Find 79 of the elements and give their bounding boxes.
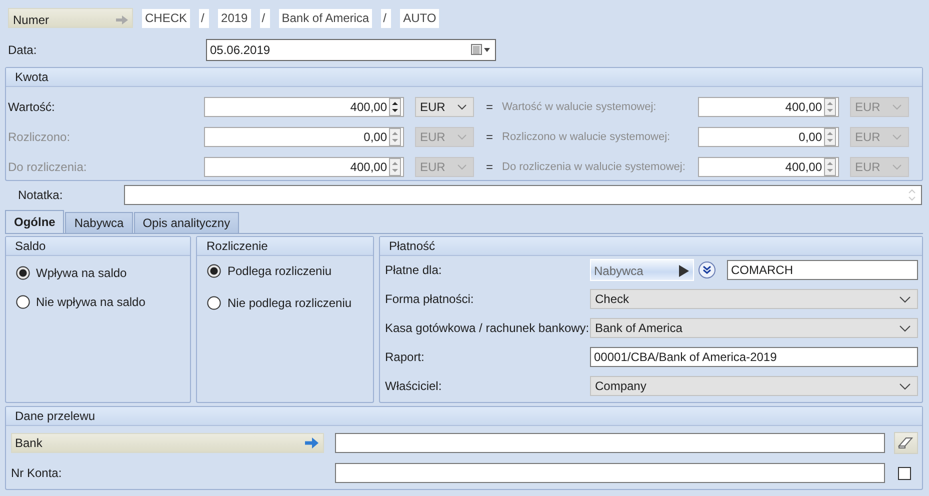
spinner-icon: [824, 98, 836, 116]
payment-label: Właściciel:: [385, 379, 443, 393]
separator: /: [199, 8, 210, 28]
group-title: Rozliczenie: [206, 239, 268, 253]
chevron-down-icon: [892, 134, 902, 140]
chevron-down-icon: [457, 104, 467, 110]
spinner-icon: [389, 128, 401, 146]
spinner-icon: [389, 158, 401, 176]
spinner-icon: [389, 98, 401, 116]
numer-button[interactable]: Numer: [8, 8, 133, 28]
separator: /: [381, 8, 392, 28]
number-segment-field[interactable]: CHECK: [142, 8, 190, 28]
number-segment-field[interactable]: AUTO: [400, 8, 440, 28]
eraser-button[interactable]: [894, 432, 918, 454]
arrow-icon: [305, 437, 319, 449]
chevron-down-icon: [899, 296, 911, 302]
radio-button[interactable]: [207, 296, 222, 310]
equals-sign: =: [484, 160, 494, 174]
chevron-down-icon: [899, 324, 911, 332]
group-title: Kwota: [15, 70, 48, 84]
system-amount-label: Wartość w walucie systemowej:: [502, 101, 658, 113]
radio-label: Nie wpływa na saldo: [36, 295, 146, 309]
payment-label: Raport:: [385, 350, 426, 364]
calendar-icon: [471, 44, 491, 56]
number-segment-field[interactable]: Bank of America: [278, 8, 372, 28]
note-field[interactable]: [124, 185, 922, 205]
amount-label: Rozliczono:: [8, 130, 72, 144]
tab[interactable]: Nabywca: [65, 212, 133, 233]
payee-field[interactable]: COMARCH: [727, 260, 918, 280]
chevron-down-icon: [892, 104, 902, 110]
eraser-icon: [898, 437, 914, 449]
payment-label: Forma płatności:: [385, 292, 475, 306]
group-title: Saldo: [15, 239, 46, 253]
amount-label: Do rozliczenia:: [8, 160, 88, 174]
system-amount-label: Do rozliczenia w walucie systemowej:: [502, 161, 686, 173]
currency-select[interactable]: EUR: [415, 97, 474, 117]
group-title: Dane przelewu: [15, 409, 96, 423]
bank-field[interactable]: [335, 433, 885, 453]
system-amount-field[interactable]: 400,00: [698, 97, 839, 117]
separator: /: [260, 8, 270, 28]
amount-field[interactable]: 400,00: [204, 97, 404, 117]
radio-label: Wpływa na saldo: [36, 266, 127, 280]
payment-select[interactable]: Company: [590, 376, 918, 396]
payment-select[interactable]: Check: [590, 289, 918, 309]
tab[interactable]: Opis analityczny: [134, 212, 240, 233]
chevron-down-icon: [892, 164, 902, 170]
payee-type-button[interactable]: Nabywca: [590, 259, 694, 281]
date-label: Data:: [7, 43, 38, 57]
radio-label: Podlega rozliczeniu: [227, 264, 332, 278]
play-icon: [679, 265, 689, 277]
date-field[interactable]: 05.06.2019: [206, 39, 496, 61]
account-field[interactable]: [335, 463, 885, 483]
system-amount-label: Rozliczono w walucie systemowej:: [502, 131, 672, 143]
scroll-arrows-icon: [908, 187, 916, 203]
equals-sign: =: [484, 130, 494, 144]
arrow-icon: [116, 14, 128, 24]
double-chevron-icon[interactable]: [697, 260, 717, 280]
payment-label: Płatne dla:: [385, 263, 443, 277]
payment-select[interactable]: Bank of America: [590, 318, 918, 338]
group-title: Płatność: [389, 239, 436, 253]
radio-button[interactable]: [16, 266, 30, 280]
account-label: Nr Konta:: [11, 466, 63, 480]
bank-button[interactable]: Bank: [11, 433, 324, 453]
chevron-down-icon: [457, 164, 467, 170]
radio-button[interactable]: [207, 264, 222, 278]
amount-label: Wartość:: [8, 100, 56, 114]
note-label: Notatka:: [17, 188, 64, 202]
payment-label: Kasa gotówkowa / rachunek bankowy:: [385, 321, 590, 335]
chevron-down-icon: [457, 134, 467, 140]
radio-label: Nie podlega rozliczeniu: [227, 296, 352, 310]
spinner-icon: [824, 158, 836, 176]
number-segment-field[interactable]: 2019: [218, 8, 251, 28]
chevron-down-icon: [899, 382, 911, 390]
equals-sign: =: [484, 100, 494, 114]
spinner-icon: [824, 128, 836, 146]
checkbox[interactable]: [898, 466, 911, 480]
report-field[interactable]: 00001/CBA/Bank of America-2019: [590, 347, 918, 367]
tab[interactable]: Ogólne: [5, 210, 64, 233]
radio-button[interactable]: [16, 295, 30, 309]
